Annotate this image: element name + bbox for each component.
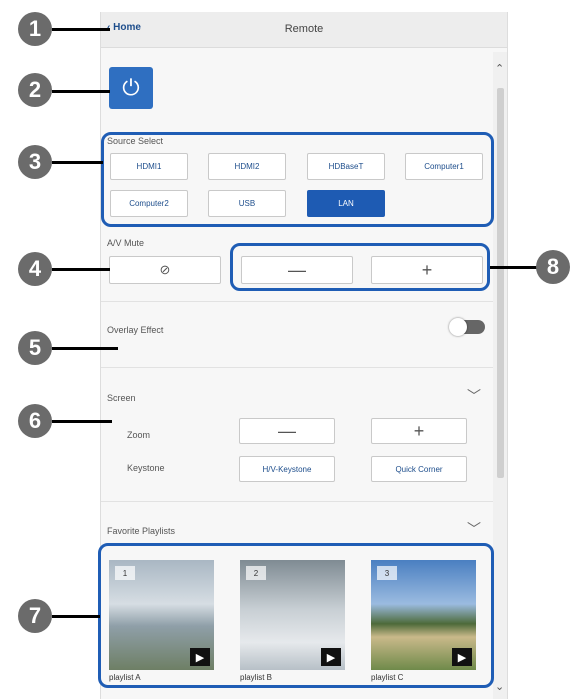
overlay-effect-toggle[interactable] — [449, 318, 485, 336]
callout-marker: 4 — [18, 252, 52, 286]
zoom-label: Zoom — [127, 430, 151, 440]
divider — [101, 501, 493, 502]
favorites-collapse-chevron-icon[interactable]: ﹀ — [467, 519, 481, 539]
video-off-icon: ⊘ — [159, 262, 171, 277]
top-bar: ‹ Home Remote — [101, 12, 507, 48]
callout-line — [52, 28, 110, 31]
callout-line — [490, 266, 540, 269]
keystone-label: Keystone — [127, 463, 165, 473]
overlay-effect-label: Overlay Effect — [107, 325, 164, 335]
page-title: Remote — [284, 23, 324, 35]
toggle-knob — [449, 318, 467, 336]
quick-corner-button[interactable]: Quick Corner — [371, 456, 467, 482]
scroll-down-icon[interactable]: ⌄ — [495, 680, 504, 693]
callout-marker: 6 — [18, 404, 52, 438]
av-mute-button[interactable]: ⊘ — [109, 256, 221, 284]
callout-line — [52, 90, 110, 93]
callout-line — [52, 268, 110, 271]
av-mute-label: A/V Mute — [107, 238, 145, 248]
power-button[interactable]: ⏻ — [109, 67, 153, 109]
callout-line — [52, 347, 118, 350]
volume-highlight — [230, 243, 490, 291]
callout-line — [52, 161, 103, 164]
callout-marker: 8 — [536, 250, 570, 284]
callout-marker: 2 — [18, 73, 52, 107]
scrollbar-thumb[interactable] — [497, 88, 504, 478]
callout-marker: 1 — [18, 12, 52, 46]
screen-section-label: Screen — [107, 393, 136, 403]
callout-line — [52, 420, 112, 423]
callout-marker: 3 — [18, 145, 52, 179]
divider — [101, 367, 493, 368]
scrollbar[interactable]: ⌃ ⌄ — [493, 52, 507, 699]
source-select-highlight — [101, 132, 494, 227]
zoom-in-button[interactable]: + — [371, 418, 467, 444]
callout-marker: 5 — [18, 331, 52, 365]
screen-collapse-chevron-icon[interactable]: ﹀ — [467, 386, 481, 406]
playlists-highlight — [98, 543, 494, 688]
callout-line — [52, 615, 100, 618]
scroll-up-icon[interactable]: ⌃ — [495, 62, 504, 75]
favorite-playlists-label: Favorite Playlists — [107, 526, 176, 536]
callout-marker: 7 — [18, 599, 52, 633]
power-icon: ⏻ — [122, 75, 140, 100]
zoom-out-button[interactable]: — — [239, 418, 335, 444]
divider — [101, 301, 493, 302]
hv-keystone-button[interactable]: H/V-Keystone — [239, 456, 335, 482]
